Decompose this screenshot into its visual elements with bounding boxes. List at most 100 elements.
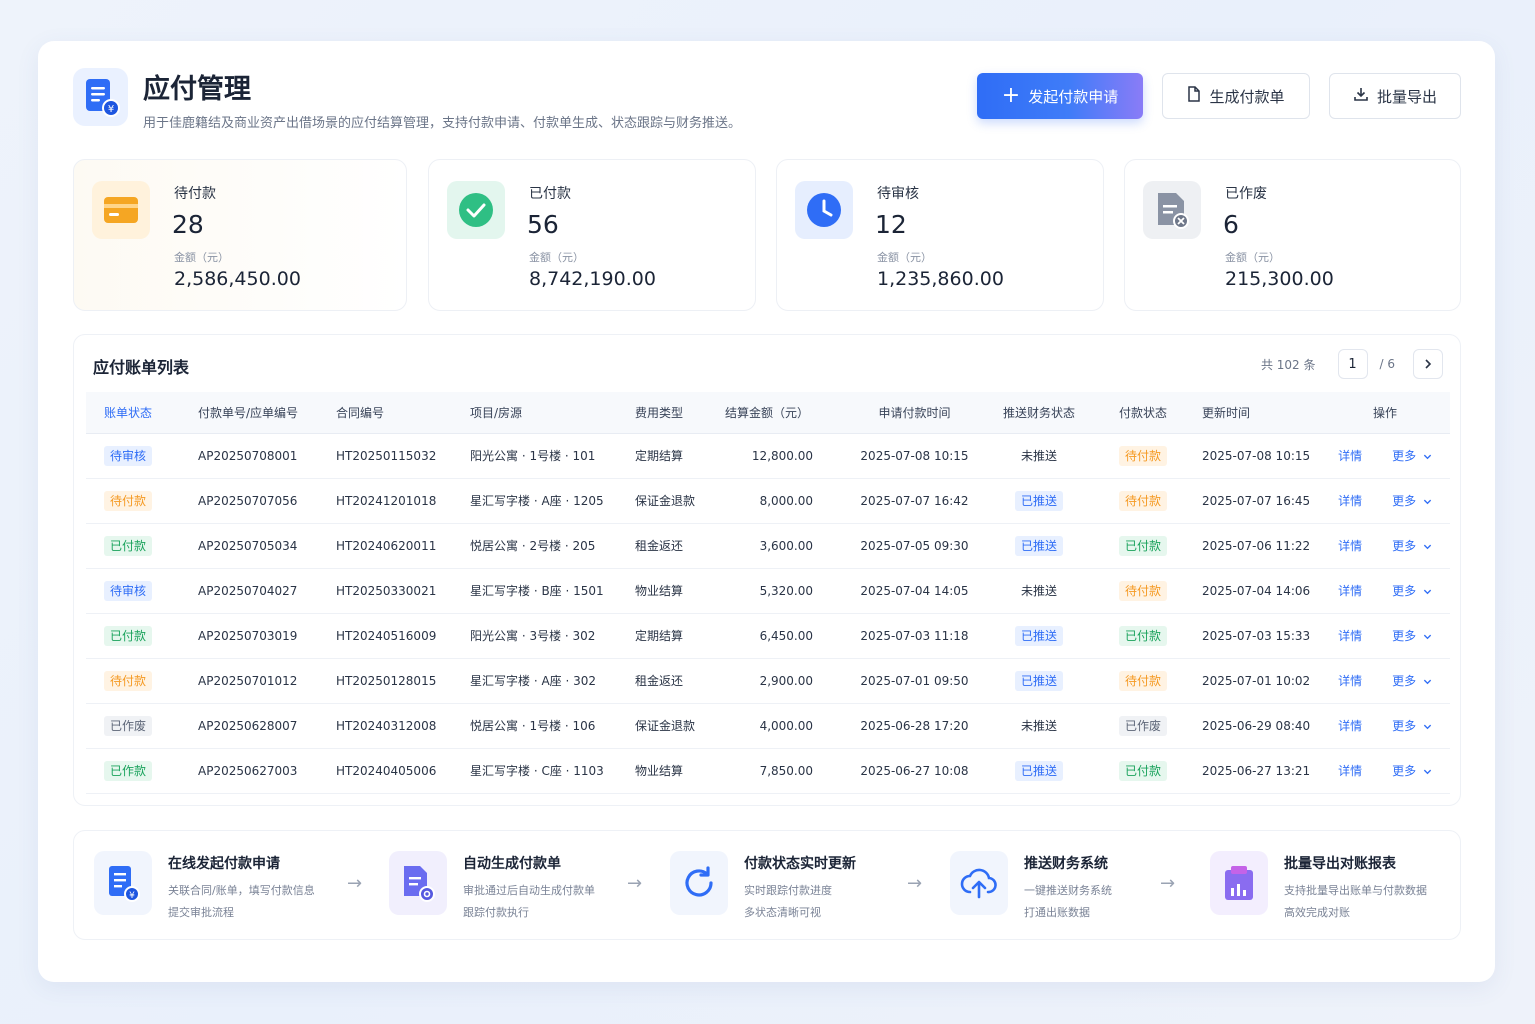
feature-desc: 关联合同/账单，填写付款信息 (168, 884, 315, 897)
col-header: 项目/房源 (458, 392, 621, 434)
push-status-cell: 已推送 (980, 748, 1098, 794)
push-status-cell: 已推送 (980, 658, 1098, 704)
list-title: 应付账单列表 (93, 358, 190, 377)
push-status-cell: 已推送 (980, 613, 1098, 659)
apply-time-cell: 2025-07-05 09:30 (849, 523, 980, 569)
detail-link[interactable]: 详情 (1338, 674, 1362, 688)
bill-status-badge: 已作废 (104, 715, 153, 736)
apply-time-cell: 2025-07-01 09:50 (849, 658, 980, 704)
stat-card-pending-review[interactable]: 待审核 12 金额（元） 1,235,860.00 (776, 159, 1104, 311)
updated-time-cell: 2025-07-04 14:06 (1188, 568, 1320, 614)
pay-status-cell: 待付款 (1098, 433, 1188, 479)
updated-time-cell: 2025-07-08 10:15 (1188, 433, 1320, 479)
more-dropdown[interactable]: 更多 (1392, 629, 1432, 643)
svg-text:¥: ¥ (129, 891, 135, 901)
actions-cell: 详情 更多 (1320, 478, 1450, 524)
more-dropdown[interactable]: 更多 (1392, 584, 1432, 598)
fee-type-cell: 物业结算 (621, 568, 711, 614)
actions-cell: 详情 更多 (1320, 433, 1450, 479)
check-circle-icon (447, 181, 505, 239)
stat-amount: 215,300.00 (1225, 268, 1334, 290)
feature-desc: 提交审批流程 (168, 906, 234, 919)
detail-link[interactable]: 详情 (1338, 719, 1362, 733)
bill-status-cell: 待付款 (86, 478, 180, 524)
more-label: 更多 (1392, 764, 1417, 778)
pay-status-badge: 待付款 (1118, 445, 1167, 466)
fee-type-cell: 保证金退款 (621, 703, 711, 749)
pay-status-badge: 已付款 (1118, 625, 1167, 646)
more-dropdown[interactable]: 更多 (1392, 719, 1432, 733)
stat-amount: 1,235,860.00 (877, 268, 1004, 290)
push-status-cell: 未推送 (980, 568, 1098, 614)
contract-no-cell: HT20250128015 (324, 658, 458, 704)
contract-no-cell: HT20240312008 (324, 703, 458, 749)
wallet-icon (92, 181, 150, 239)
stat-sub-label: 金额（元） (529, 251, 584, 264)
contract-no-cell: HT20250330021 (324, 568, 458, 614)
stat-sub-label: 金额（元） (174, 251, 229, 264)
payables-list-panel: 应付账单列表 共 102 条 1 / 6 账单状态 付款单号/应单编号 合同编号… (73, 334, 1461, 806)
actions-cell: 详情 更多 (1320, 748, 1450, 794)
push-status-cell: 未推送 (980, 703, 1098, 749)
apply-time-cell: 2025-06-28 17:20 (849, 703, 980, 749)
col-header: 操作 (1320, 392, 1450, 434)
detail-link[interactable]: 详情 (1338, 539, 1362, 553)
table-row: 已作款 AP20250627003 HT20240405006 星汇写字楼 · C座 … (86, 748, 1450, 794)
more-dropdown[interactable]: 更多 (1392, 539, 1432, 553)
stat-amount: 8,742,190.00 (529, 268, 656, 290)
feature-desc: 实时跟踪付款进度 (744, 884, 832, 897)
svg-text:¥: ¥ (107, 104, 113, 115)
table-row: 已作废 AP20250628007 HT20240312008 悦居公寓 · 1号楼 … (86, 703, 1450, 749)
apply-time-cell: 2025-06-27 10:08 (849, 748, 980, 794)
stat-card-paid[interactable]: 已付款 56 金额（元） 8,742,190.00 (428, 159, 756, 311)
pay-status-cell: 待付款 (1098, 478, 1188, 524)
detail-link[interactable]: 详情 (1338, 449, 1362, 463)
payment-no-cell: AP20250708001 (180, 433, 324, 479)
page-count: / 6 (1379, 357, 1396, 371)
col-header: 更新时间 (1188, 392, 1320, 434)
detail-link[interactable]: 详情 (1338, 629, 1362, 643)
project-cell: 悦居公寓 · 1号楼 · 106 (458, 703, 621, 749)
more-dropdown[interactable]: 更多 (1392, 449, 1432, 463)
detail-link[interactable]: 详情 (1338, 494, 1362, 508)
col-header[interactable]: 账单状态 (86, 392, 180, 434)
plus-icon: + (1001, 83, 1021, 108)
feature-desc: 打通出账数据 (1024, 906, 1090, 919)
page-input[interactable]: 1 (1337, 349, 1368, 379)
cloud-upload-icon (950, 851, 1008, 915)
more-dropdown[interactable]: 更多 (1392, 764, 1432, 778)
generate-payment-order-button[interactable]: 生成付款单 (1162, 73, 1310, 119)
feature-strip: ¥ 在线发起付款申请 关联合同/账单，填写付款信息 提交审批流程 → 自动生成付… (73, 830, 1461, 940)
actions-cell: 详情 更多 (1320, 523, 1450, 569)
stat-label: 已作废 (1225, 186, 1267, 202)
create-payment-request-button[interactable]: + 发起付款申请 (977, 73, 1143, 119)
fee-type-cell: 保证金退款 (621, 478, 711, 524)
updated-time-cell: 2025-06-27 13:21 (1188, 748, 1320, 794)
chevron-down-icon (1423, 544, 1432, 550)
actions-cell: 详情 更多 (1320, 703, 1450, 749)
amount-cell: 4,000.00 (711, 703, 849, 749)
payment-no-cell: AP20250707056 (180, 478, 324, 524)
project-cell: 悦居公寓 · 2号楼 · 205 (458, 523, 621, 569)
pay-status-badge: 已作废 (1118, 715, 1167, 736)
next-page-button[interactable] (1413, 349, 1443, 379)
fee-type-cell: 定期结算 (621, 433, 711, 479)
clock-icon (795, 181, 853, 239)
detail-link[interactable]: 详情 (1338, 584, 1362, 598)
stat-count: 28 (172, 210, 204, 239)
stat-card-pending-payment[interactable]: 待付款 28 金额（元） 2,586,450.00 (73, 159, 407, 311)
feature-desc: 多状态清晰可视 (744, 906, 821, 919)
more-label: 更多 (1392, 539, 1417, 553)
feature-desc: 支持批量导出账单与付款数据 (1284, 884, 1427, 897)
chevron-down-icon (1423, 679, 1432, 685)
contract-no-cell: HT20240405006 (324, 748, 458, 794)
amount-cell: 7,850.00 (711, 748, 849, 794)
stat-sub-label: 金额（元） (877, 251, 932, 264)
chevron-down-icon (1423, 589, 1432, 595)
detail-link[interactable]: 详情 (1338, 764, 1362, 778)
batch-export-button[interactable]: 批量导出 (1329, 73, 1461, 119)
pay-status-cell: 已作废 (1098, 703, 1188, 749)
more-dropdown[interactable]: 更多 (1392, 674, 1432, 688)
stat-card-voided[interactable]: 已作废 6 金额（元） 215,300.00 (1124, 159, 1461, 311)
more-dropdown[interactable]: 更多 (1392, 494, 1432, 508)
